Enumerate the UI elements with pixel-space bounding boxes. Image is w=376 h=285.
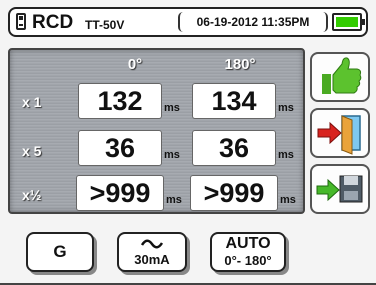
ac-wave-icon bbox=[140, 239, 164, 249]
row-label-x1: x 1 bbox=[22, 94, 42, 110]
unit-x5-0deg: ms bbox=[164, 149, 180, 161]
save-button[interactable] bbox=[310, 164, 370, 214]
datetime-display: 06-19-2012 11:35PM bbox=[178, 12, 328, 32]
results-panel: 0° 180° x 1 132 ms 134 ms x 5 36 ms 36 m… bbox=[8, 48, 305, 214]
battery-icon bbox=[332, 13, 365, 31]
thumbs-up-icon bbox=[322, 57, 362, 94]
row-label-x5: x 5 bbox=[22, 143, 42, 159]
row-label-xhalf: x½ bbox=[22, 187, 42, 203]
exit-door-icon bbox=[317, 115, 361, 155]
function-title: RCD bbox=[32, 12, 74, 33]
result-x5-0deg: 36 bbox=[78, 130, 162, 166]
unit-x1-0deg: ms bbox=[164, 102, 180, 114]
result-x5-180deg: 36 bbox=[192, 130, 276, 166]
phase-range-label: 0°- 180° bbox=[224, 253, 272, 268]
unit-x1-180deg: ms bbox=[278, 102, 294, 114]
trip-current-label: 30mA bbox=[134, 252, 170, 267]
mode-label: G bbox=[53, 242, 67, 261]
ok-button[interactable] bbox=[310, 52, 370, 102]
battery-level bbox=[336, 17, 358, 27]
unit-xhalf-180deg: ms bbox=[280, 194, 296, 206]
result-x1-0deg: 132 bbox=[78, 83, 162, 119]
result-xhalf-0deg: >999 bbox=[76, 175, 164, 211]
status-header: RCD TT-50V 06-19-2012 11:35PM bbox=[8, 7, 368, 37]
unit-x5-180deg: ms bbox=[278, 149, 294, 161]
save-icon bbox=[316, 175, 363, 203]
phase-button[interactable]: AUTO 0°- 180° bbox=[210, 232, 286, 272]
exit-button[interactable] bbox=[310, 108, 370, 158]
column-header-180deg: 180° bbox=[224, 56, 256, 73]
instrument-icon bbox=[16, 13, 26, 30]
unit-xhalf-0deg: ms bbox=[166, 194, 182, 206]
result-x1-180deg: 134 bbox=[192, 83, 276, 119]
result-xhalf-180deg: >999 bbox=[190, 175, 278, 211]
rcd-screen: RCD TT-50V 06-19-2012 11:35PM 0° 180° x … bbox=[0, 0, 376, 285]
column-header-0deg: 0° bbox=[127, 56, 143, 73]
mode-button[interactable]: G bbox=[26, 232, 94, 272]
trip-current-button[interactable]: 30mA bbox=[117, 232, 187, 272]
system-type-label: TT-50V bbox=[85, 18, 125, 32]
phase-mode-label: AUTO bbox=[225, 235, 271, 252]
